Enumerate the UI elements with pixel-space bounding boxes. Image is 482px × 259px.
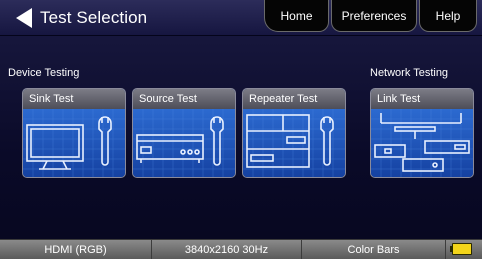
header-bar: Test Selection Home Preferences Help [0,0,482,36]
repeater-test-label: Repeater Test [243,89,345,109]
repeater-test-illustration [243,109,345,177]
network-testing-label: Network Testing [370,67,449,79]
source-test-tile[interactable]: Source Test [132,88,236,178]
nav-help-button[interactable]: Help [419,0,477,32]
sink-test-tile[interactable]: Sink Test [22,88,126,178]
status-bar: HDMI (RGB) 3840x2160 30Hz Color Bars [0,239,482,259]
source-test-illustration [133,109,235,177]
test-selection-screen: Test Selection Home Preferences Help Dev… [0,0,482,259]
link-test-illustration [371,109,473,177]
sink-test-illustration [23,109,125,177]
battery-icon [452,243,472,255]
nav-preferences-button[interactable]: Preferences [331,0,417,32]
status-resolution[interactable]: 3840x2160 30Hz [152,240,302,259]
link-test-label: Link Test [371,89,473,109]
page-title: Test Selection [40,8,148,27]
back-arrow-icon[interactable] [14,7,34,29]
sink-test-label: Sink Test [23,89,125,109]
device-testing-label: Device Testing [8,67,80,79]
source-test-label: Source Test [133,89,235,109]
repeater-test-tile[interactable]: Repeater Test [242,88,346,178]
nav-home-button[interactable]: Home [264,0,329,32]
status-color-space[interactable]: HDMI (RGB) [0,240,152,259]
link-test-tile[interactable]: Link Test [370,88,474,178]
status-pattern[interactable]: Color Bars [302,240,446,259]
